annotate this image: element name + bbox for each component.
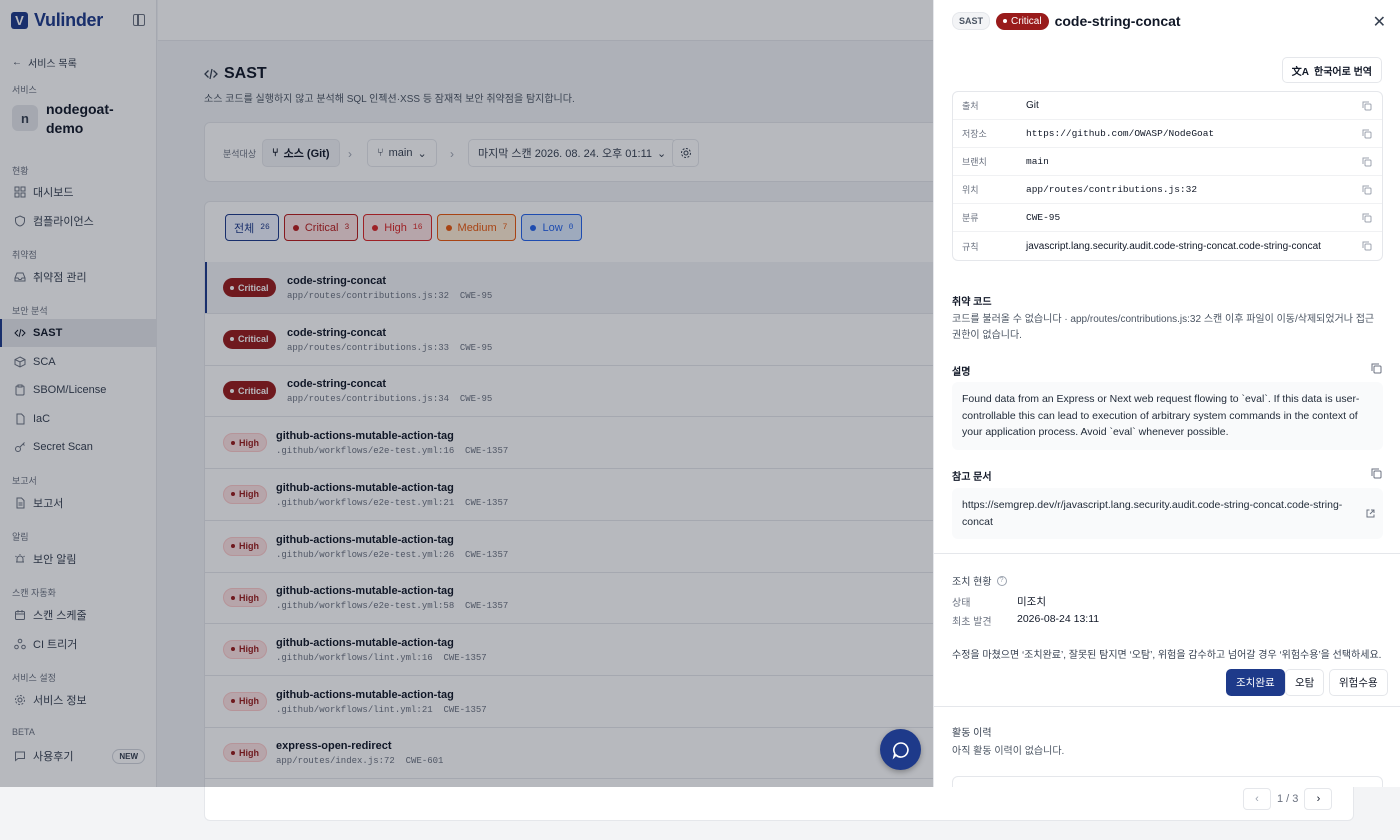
divider bbox=[934, 553, 1400, 554]
translate-label: 한국어로 번역 bbox=[1314, 66, 1372, 78]
metadata-value: CWE-95 bbox=[1026, 212, 1061, 223]
metadata-value: https://github.com/OWASP/NodeGoat bbox=[1026, 128, 1215, 139]
metadata-key: 저장소 bbox=[962, 129, 987, 139]
metadata-value: Git bbox=[1026, 100, 1039, 111]
metadata-row: 규칙 javascript.lang.security.audit.code-st… bbox=[953, 232, 1382, 260]
finding-metadata: 출처 Git 저장소 https://github.com/OWASP/NodeGoa… bbox=[952, 91, 1383, 261]
action-note: 수정을 마쳤으면 ‘조치완료’, 잘못된 탐지면 ‘오탐’, 위험을 감수하고 … bbox=[952, 650, 1382, 661]
copy-icon[interactable] bbox=[1362, 157, 1372, 167]
translate-button[interactable]: 文A 한국어로 번역 bbox=[1281, 57, 1382, 83]
finding-detail-drawer: SAST Critical code-string-concat ✕ 文A 한국… bbox=[933, 0, 1400, 787]
mark-resolved-button[interactable]: 조치완료 bbox=[1226, 669, 1285, 696]
severity-label: Critical bbox=[1011, 15, 1042, 27]
status-key: 상태 bbox=[952, 598, 971, 609]
severity-badge: Critical bbox=[996, 12, 1049, 30]
status-value: 미조치 bbox=[1017, 596, 1046, 608]
metadata-key: 위치 bbox=[962, 185, 979, 195]
action-status-title: 조치 현황 ? bbox=[952, 573, 1007, 588]
metadata-row: 위치 app/routes/contributions.js:32 bbox=[953, 176, 1382, 204]
first-found-key: 최초 발견 bbox=[952, 617, 992, 628]
copy-icon[interactable] bbox=[1362, 185, 1372, 195]
copy-icon[interactable] bbox=[1362, 101, 1372, 111]
metadata-row: 브랜치 main bbox=[953, 148, 1382, 176]
metadata-row: 출처 Git bbox=[953, 92, 1382, 120]
false-positive-button[interactable]: 오탐 bbox=[1285, 669, 1325, 696]
divider bbox=[934, 706, 1400, 707]
close-icon[interactable]: ✕ bbox=[1373, 12, 1386, 32]
copy-icon[interactable] bbox=[1371, 468, 1382, 479]
accept-risk-button[interactable]: 위험수용 bbox=[1329, 669, 1388, 696]
vuln-code-title: 취약 코드 bbox=[952, 297, 992, 308]
history-title: 활동 이력 bbox=[952, 728, 992, 739]
metadata-key: 규칙 bbox=[962, 241, 979, 252]
chat-bubble-icon bbox=[892, 741, 909, 760]
metadata-row: 분류 CWE-95 bbox=[953, 204, 1382, 232]
copy-icon[interactable] bbox=[1362, 213, 1372, 223]
next-page-button[interactable]: › bbox=[1304, 788, 1333, 810]
reference-url: https://semgrep.dev/r/javascript.lang.se… bbox=[962, 499, 1343, 528]
scan-type-tag: SAST bbox=[952, 12, 991, 30]
copy-icon[interactable] bbox=[1371, 363, 1382, 374]
copy-icon[interactable] bbox=[1362, 129, 1372, 139]
first-found-row: 최초 발견 2026-08-24 13:11 bbox=[952, 613, 1099, 628]
drawer-header: SAST Critical code-string-concat bbox=[952, 12, 1181, 30]
metadata-key: 브랜치 bbox=[962, 157, 987, 167]
help-circle-icon[interactable]: ? bbox=[996, 575, 1007, 586]
severity-dot-icon bbox=[1003, 19, 1008, 23]
description-title: 설명 bbox=[952, 367, 971, 378]
metadata-value: javascript.lang.security.audit.code-stri… bbox=[1026, 240, 1321, 252]
action-status-label: 조치 현황 bbox=[952, 577, 992, 588]
reference-link[interactable]: https://semgrep.dev/r/javascript.lang.se… bbox=[952, 488, 1383, 539]
drawer-title: code-string-concat bbox=[1054, 13, 1181, 29]
chat-button[interactable] bbox=[880, 729, 921, 770]
pagination: ‹ 1 / 3 › bbox=[1243, 788, 1333, 810]
comment-input[interactable] bbox=[952, 776, 1383, 787]
first-found-value: 2026-08-24 13:11 bbox=[1017, 613, 1100, 625]
metadata-key: 분류 bbox=[962, 213, 979, 223]
reference-title: 참고 문서 bbox=[952, 472, 992, 483]
history-empty-text: 아직 활동 이력이 없습니다. bbox=[952, 746, 1065, 757]
page-indicator: 1 / 3 bbox=[1277, 793, 1299, 805]
external-link-icon bbox=[1366, 509, 1375, 518]
prev-page-button[interactable]: ‹ bbox=[1243, 788, 1271, 810]
description-text: Found data from an Express or Next web r… bbox=[952, 382, 1383, 450]
metadata-key: 출처 bbox=[962, 101, 979, 111]
status-row: 상태 미조치 bbox=[952, 594, 1046, 609]
translate-icon: 文A bbox=[1291, 66, 1310, 78]
copy-icon[interactable] bbox=[1362, 241, 1372, 251]
metadata-row: 저장소 https://github.com/OWASP/NodeGoat bbox=[953, 120, 1382, 148]
metadata-value: main bbox=[1026, 156, 1049, 167]
vuln-code-message: 코드를 불러올 수 없습니다 · app/routes/contribution… bbox=[952, 314, 1375, 341]
metadata-value: app/routes/contributions.js:32 bbox=[1026, 184, 1198, 195]
